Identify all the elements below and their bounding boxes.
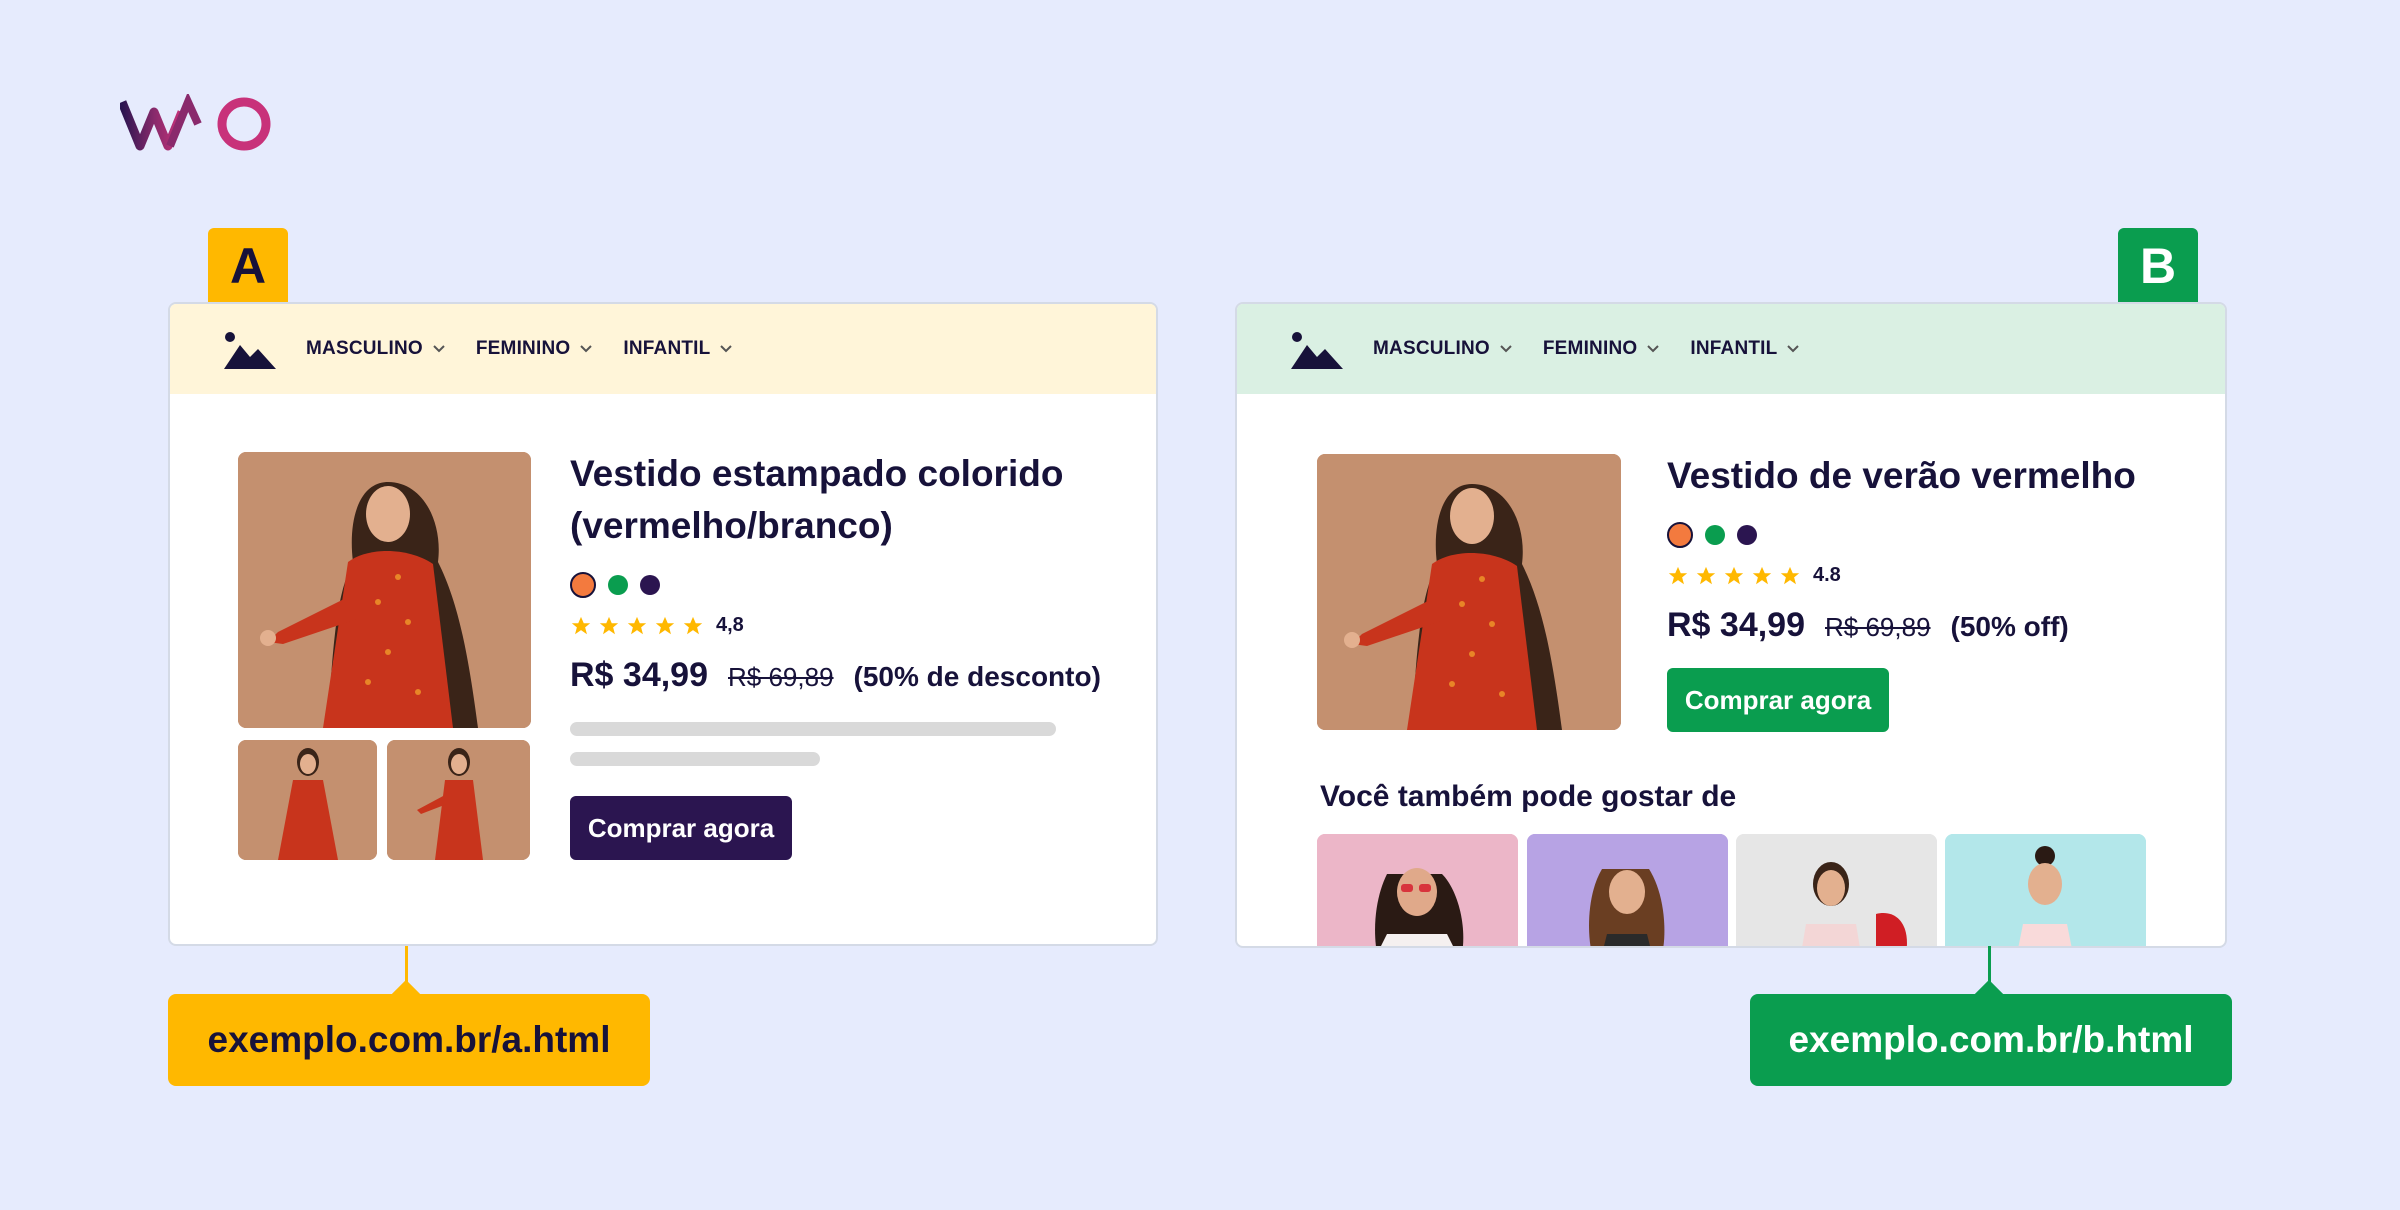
old-price: R$ 69,89 [728, 662, 834, 692]
chevron-down-icon [1787, 345, 1800, 353]
chevron-down-icon [1500, 345, 1512, 353]
swatch-green[interactable] [608, 575, 628, 595]
current-price: R$ 34,99 [1667, 606, 1805, 644]
nav-item-infantil[interactable]: INFANTIL [1690, 338, 1800, 360]
rating: 4.8 [1667, 564, 1841, 587]
buy-now-button[interactable]: Comprar agora [570, 796, 792, 860]
star-icon [1724, 566, 1744, 584]
price-row: R$ 34,99 R$ 69,89 (50% de desconto) [570, 656, 1101, 695]
discount-label: (50% off) [1950, 611, 2069, 642]
star-icon [571, 616, 591, 634]
buy-now-button[interactable]: Comprar agora [1667, 668, 1889, 732]
image-placeholder-icon[interactable] [224, 329, 276, 369]
product-title: Vestido de verão vermelho [1667, 455, 2136, 496]
product-main-image[interactable] [238, 452, 531, 728]
discount-label: (50% de desconto) [853, 661, 1101, 692]
nav-item-masculino[interactable]: MASCULINO [1373, 338, 1513, 360]
recommended-product[interactable] [1945, 834, 2146, 946]
nav-item-masculino[interactable]: MASCULINO [306, 338, 446, 360]
old-price: R$ 69,89 [1825, 612, 1931, 642]
star-icon [1752, 566, 1772, 584]
current-price: R$ 34,99 [570, 656, 708, 694]
recommended-product[interactable] [1736, 834, 1937, 946]
swatch-navy[interactable] [640, 575, 660, 595]
rating: 4,8 [570, 614, 744, 637]
star-icon [599, 616, 619, 634]
chevron-down-icon [433, 345, 445, 353]
recommended-product[interactable] [1527, 834, 1728, 946]
chevron-down-icon [720, 345, 733, 353]
chevron-down-icon [580, 345, 593, 353]
recommended-product[interactable] [1317, 834, 1518, 946]
star-icon [655, 616, 675, 634]
vwo-logo-icon [120, 94, 271, 151]
nav-item-feminino[interactable]: FEMININO [476, 338, 594, 360]
star-icon [1668, 566, 1688, 584]
nav-item-label: INFANTIL [1690, 338, 1778, 359]
nav-item-feminino[interactable]: FEMININO [1543, 338, 1661, 360]
nav-item-label: INFANTIL [623, 338, 711, 359]
recommendations-title: Você também pode gostar de [1320, 780, 1737, 813]
swatch-green[interactable] [1705, 525, 1725, 545]
variant-a-url: exemplo.com.br/a.html [168, 994, 650, 1086]
variant-b-url: exemplo.com.br/b.html [1750, 994, 2232, 1086]
image-placeholder-icon[interactable] [1291, 329, 1343, 369]
color-swatches [1667, 522, 1757, 548]
product-thumbnail[interactable] [238, 740, 377, 860]
chevron-down-icon [1647, 345, 1660, 353]
swatch-orange[interactable] [1667, 522, 1693, 548]
variant-a-page: MASCULINO FEMININO INFANTIL Vestido esta… [168, 302, 1158, 946]
variant-a-tag: A [208, 228, 288, 304]
swatch-navy[interactable] [1737, 525, 1757, 545]
nav-item-label: MASCULINO [306, 338, 423, 359]
variant-b-nav: MASCULINO FEMININO INFANTIL [1237, 304, 2225, 394]
rating-value: 4.8 [1813, 564, 1841, 586]
product-main-image[interactable] [1317, 454, 1621, 730]
product-title: Vestido estampado colorido (vermelho/bra… [570, 453, 1064, 546]
color-swatches [570, 572, 660, 598]
product-thumbnail[interactable] [387, 740, 530, 860]
star-icon [683, 616, 703, 634]
nav-item-label: FEMININO [475, 338, 571, 359]
description-placeholder-line [570, 722, 1056, 736]
nav-item-label: MASCULINO [1373, 338, 1490, 359]
star-icon [1696, 566, 1716, 584]
nav-item-label: FEMININO [1542, 338, 1638, 359]
variant-b-tag: B [2118, 228, 2198, 304]
swatch-orange[interactable] [570, 572, 596, 598]
star-icon [627, 616, 647, 634]
variant-b-page: MASCULINO FEMININO INFANTIL Vestido de v… [1235, 302, 2227, 948]
rating-value: 4,8 [716, 614, 744, 636]
description-placeholder-line [570, 752, 820, 766]
price-row: R$ 34,99 R$ 69,89 (50% off) [1667, 606, 2069, 645]
nav-item-infantil[interactable]: INFANTIL [623, 338, 733, 360]
star-icon [1780, 566, 1800, 584]
variant-a-nav: MASCULINO FEMININO INFANTIL [170, 304, 1156, 394]
